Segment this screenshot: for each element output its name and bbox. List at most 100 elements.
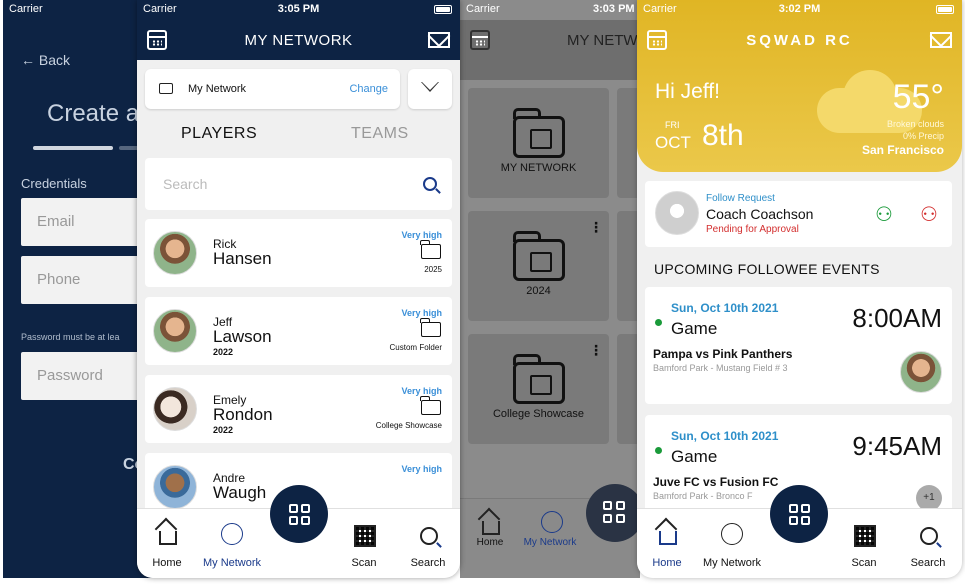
tile-label: 2024 (526, 285, 551, 297)
home-icon[interactable] (482, 521, 500, 535)
follow-status: Pending for Approval (706, 224, 799, 235)
folder-tile-my-network[interactable]: MY NETWORK (468, 88, 609, 198)
folder-icon (513, 108, 565, 158)
qr-code-icon[interactable] (354, 525, 376, 547)
folders-screen: Carrier 3:03 PM MY NETWO MY NETWORK ⋮ 2024… (460, 0, 640, 578)
folder-label: College Showcase (375, 421, 442, 430)
clock: 3:05 PM (277, 3, 320, 15)
folder-tile-college[interactable]: ⋮ College Showcase (468, 334, 609, 444)
calendar-icon[interactable] (470, 30, 490, 50)
back-label: Back (38, 52, 71, 68)
grid-icon (301, 516, 310, 525)
folder-icon[interactable] (420, 318, 441, 337)
section-label: Credentials (21, 176, 87, 191)
nav-scan[interactable]: Scan (834, 557, 894, 569)
grid-icon (289, 504, 298, 513)
avatar (153, 387, 197, 431)
network-icon[interactable] (541, 511, 563, 533)
folder-icon[interactable] (420, 240, 441, 259)
nav-scan[interactable]: Scan (334, 557, 394, 569)
follower-name: Coach Coachson (706, 206, 814, 222)
status-dot (655, 319, 662, 326)
player-last-name: Waugh (213, 483, 267, 502)
avatar (153, 465, 197, 509)
page-title: Create a (47, 100, 140, 127)
more-icon[interactable]: ⋮ (589, 219, 603, 236)
clock: 3:03 PM (593, 3, 635, 15)
temperature: 55° (892, 78, 944, 116)
nav-my-network[interactable]: My Network (520, 537, 580, 548)
apps-button[interactable] (270, 485, 328, 543)
network-selector[interactable]: My Network Change (145, 69, 400, 109)
mail-icon[interactable] (428, 32, 450, 48)
qr-code-icon[interactable] (854, 525, 876, 547)
search-icon[interactable] (920, 527, 938, 545)
player-last-name: Lawson (213, 327, 272, 346)
apps-button[interactable] (586, 484, 640, 542)
grid-icon (289, 516, 298, 525)
folder-icon[interactable] (420, 396, 441, 415)
network-icon[interactable] (221, 523, 243, 545)
network-icon[interactable] (721, 523, 743, 545)
month: OCT (655, 133, 691, 152)
grid-icon (603, 501, 612, 510)
more-icon[interactable]: ⋮ (589, 342, 603, 359)
nav-home[interactable]: Home (637, 557, 697, 569)
avatar (153, 309, 197, 353)
grid-icon (801, 516, 810, 525)
grid-icon (603, 514, 612, 523)
header: MY NETWO (460, 20, 640, 80)
event-date: Sun, Oct 10th 2021 (671, 429, 779, 443)
nav-search[interactable]: Search (898, 557, 958, 569)
follow-label: Follow Request (706, 193, 775, 204)
folder-icon (513, 231, 565, 281)
level-badge: Very high (401, 230, 442, 240)
folder-tile-2024[interactable]: ⋮ 2024 (468, 211, 609, 321)
folder-icon (513, 354, 565, 404)
nav-my-network[interactable]: My Network (701, 557, 763, 569)
accept-user-icon[interactable]: ⚇ (875, 202, 897, 226)
home-icon[interactable] (659, 531, 677, 545)
change-link[interactable]: Change (349, 83, 388, 95)
back-button[interactable]: ← Back (21, 52, 70, 68)
status-bar: Carrier 3:05 PM (137, 0, 460, 20)
tile-label: MY NETWORK (500, 162, 577, 174)
password-field[interactable]: Password (21, 352, 153, 400)
event-time: 9:45AM (852, 431, 942, 461)
status-dot (655, 447, 662, 454)
mail-icon[interactable] (930, 32, 952, 48)
page-title: SQWAD RC (746, 32, 853, 49)
email-field[interactable]: Email (21, 198, 153, 246)
player-card[interactable]: Rick Hansen Very high 2025 (145, 219, 452, 287)
nav-home[interactable]: Home (460, 537, 520, 548)
home-icon[interactable] (159, 531, 177, 545)
player-card[interactable]: Emely Rondon 2022 Very high College Show… (145, 375, 452, 443)
bottom-nav: Home My Network Scan Search (137, 485, 460, 578)
home-screen: Carrier 3:02 PM SQWAD RC Hi Jeff! FRI OCT… (637, 0, 962, 578)
phone-field[interactable]: Phone (21, 256, 153, 304)
player-card[interactable]: Jeff Lawson 2022 Very high Custom Folder (145, 297, 452, 365)
city: San Francisco (861, 143, 944, 157)
filter-button[interactable] (408, 69, 452, 109)
event-type: Game (671, 319, 718, 338)
search-input[interactable]: Search (145, 158, 452, 210)
tab-teams[interactable]: TEAMS (351, 125, 409, 143)
grid-icon (789, 504, 798, 513)
header: MY NETWORK (137, 20, 460, 60)
status-bar: Carrier 3:03 PM (460, 0, 640, 20)
nav-my-network[interactable]: My Network (201, 557, 263, 569)
search-icon[interactable] (420, 527, 438, 545)
reject-user-icon[interactable]: ⚇ (920, 202, 942, 226)
grid-icon (616, 501, 625, 510)
nav-home[interactable]: Home (137, 557, 197, 569)
search-icon[interactable] (423, 177, 437, 191)
apps-button[interactable] (770, 485, 828, 543)
status-bar: Carrier 3:02 PM (637, 0, 962, 20)
avatar (900, 351, 942, 393)
header: SQWAD RC (637, 20, 962, 60)
event-card[interactable]: Sun, Oct 10th 2021 Game 8:00AM Pampa vs … (645, 287, 952, 404)
level-badge: Very high (401, 386, 442, 396)
nav-search[interactable]: Search (398, 557, 458, 569)
tab-players[interactable]: PLAYERS (181, 125, 257, 143)
status-bar: Carrier (3, 0, 153, 20)
